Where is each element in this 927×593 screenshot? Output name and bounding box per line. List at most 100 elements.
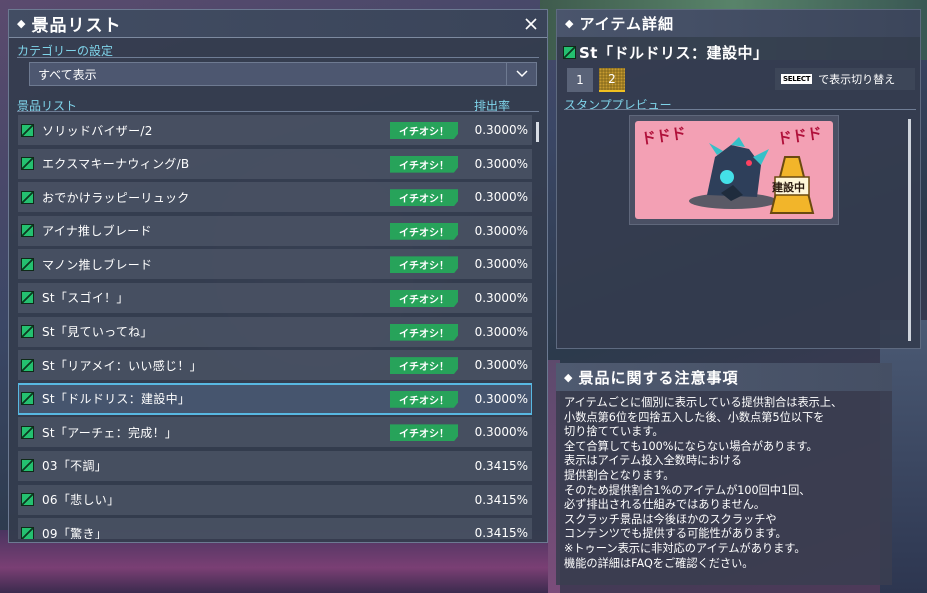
item-type-icon [21,291,34,305]
note-line: 提供割合となります。 [564,468,675,482]
item-detail-panel: ◆ アイテム詳細 St「ドルドリス：建設中」 1 2 SELECT で表示切り替… [556,9,921,349]
item-type-icon [21,224,34,238]
divider [564,109,916,110]
note-line: 全て合算しても100%にならない場合があります。 [564,439,818,453]
item-name: おでかけラッピーリュック [42,190,190,205]
prize-row[interactable]: マノン推しブレード イチオシ！ 0.3000% [18,249,532,280]
prize-row[interactable]: St「アーチェ：完成！」 イチオシ！ 0.3000% [18,417,532,448]
detail-header: ◆ アイテム詳細 [557,10,920,37]
item-name: St「ドルドリス：建設中」 [579,44,769,62]
stamp-sfx-right: ドドド [776,123,824,149]
prize-row[interactable]: St「ドルドリス：建設中」 イチオシ！ 0.3000% [18,382,532,415]
item-name: St「ドルドリス：建設中」 [42,392,191,407]
item-name: 09「驚き」 [42,526,108,539]
prize-row[interactable]: アイナ推しブレード イチオシ！ 0.3000% [18,215,532,246]
close-button[interactable] [521,14,541,34]
drop-rate: 0.3000% [474,358,528,373]
category-selected-value: すべて表示 [38,67,97,82]
item-name: St「アーチェ：完成！」 [42,425,178,440]
drop-rate: 0.3000% [474,156,528,171]
item-type-icon [21,425,34,439]
recommended-badge: イチオシ！ [390,155,458,173]
recommended-badge: イチオシ！ [390,222,458,240]
divider [17,57,539,58]
window-title: 景品リスト [31,16,122,36]
drop-rate: 0.3000% [474,123,528,137]
item-type-icon [21,392,34,406]
recommended-badge: イチオシ！ [390,189,458,207]
window-header: ◆ 景品リスト [9,10,547,38]
item-type-icon [21,123,34,137]
stamp-preview: ドドド ドドド 建設中 [629,115,839,225]
preview-scrollbar[interactable] [908,119,911,341]
prize-row[interactable]: St「スゴイ！」 イチオシ！ 0.3000% [18,282,532,313]
recommended-badge: イチオシ！ [390,390,458,408]
prize-row[interactable]: 09「驚き」 0.3415% [18,518,532,539]
drop-rate: 0.3000% [474,391,528,406]
display-toggle-hint[interactable]: SELECT で表示切り替え [775,68,915,90]
page-tab-1[interactable]: 1 [567,68,593,92]
prize-row[interactable]: おでかけラッピーリュック イチオシ！ 0.3000% [18,182,532,213]
item-name: St「スゴイ！」 [42,291,129,306]
item-name: St「見ていってね」 [42,325,153,340]
item-type-icon [21,325,34,339]
close-icon [525,18,537,30]
dropdown-toggle[interactable] [506,63,536,85]
item-name: ソリッドバイザー/2 [42,123,153,138]
drop-rate: 0.3000% [474,324,528,339]
prize-row[interactable]: エクスマキーナウィング/B イチオシ！ 0.3000% [18,148,532,179]
note-line: 小数点第6位を四捨五入した後、小数点第5位以下を [564,410,825,424]
drop-rate: 0.3000% [474,257,528,272]
notes-header: ◆ 景品に関する注意事項 [556,363,892,391]
stamp-image: ドドド ドドド 建設中 [635,121,833,219]
prize-row[interactable]: 03「不調」 0.3415% [18,450,532,481]
stamp-sign-text: 建設中 [772,181,805,194]
note-line: コンテンツでも提供する可能性があります。 [564,527,787,541]
item-name: St「リアメイ：いい感じ！」 [42,358,202,373]
recommended-badge: イチオシ！ [390,122,458,139]
diamond-icon: ◆ [17,17,26,30]
category-dropdown[interactable]: すべて表示 [29,62,537,86]
stamp-sfx-left: ドドド [640,123,688,149]
item-name: 06「悲しい」 [42,493,120,508]
prize-list-window: ◆ 景品リスト カテゴリーの設定 すべて表示 景品リスト 排出率 ソリッドバイザ… [8,9,548,543]
recommended-badge: イチオシ！ [390,323,458,341]
item-title-row: St「ドルドリス：建設中」 [563,42,768,63]
note-line: ※トゥーン表示に非対応のアイテムがあります。 [564,541,806,555]
drop-rate: 0.3415% [474,458,528,473]
divider [17,111,539,112]
item-type-icon [21,358,34,372]
item-type-icon [21,190,34,204]
note-line: 切り捨てています。 [564,425,664,439]
item-type-icon [21,157,34,171]
recommended-badge: イチオシ！ [390,256,458,274]
prize-row[interactable]: ソリッドバイザー/2 イチオシ！ 0.3000% [18,115,532,145]
prize-row[interactable]: St「見ていってね」 イチオシ！ 0.3000% [18,316,532,347]
item-name: 03「不調」 [42,459,108,474]
drop-rate: 0.3000% [474,223,528,238]
recommended-badge: イチオシ！ [390,424,458,442]
drop-rate: 0.3000% [474,290,528,305]
note-line: 表示はアイテム投入全数時における [564,454,742,468]
page-tab-2[interactable]: 2 [599,68,625,92]
drop-rate: 0.3415% [474,526,528,539]
notes-panel: ◆ 景品に関する注意事項 アイテムごとに個別に表示している提供割合は表示上、 小… [556,363,892,585]
toggle-hint-text: で表示切り替え [818,73,896,86]
prize-row[interactable]: St「リアメイ：いい感じ！」 イチオシ！ 0.3000% [18,350,532,381]
notes-title: 景品に関する注意事項 [578,368,739,387]
item-type-icon [21,526,34,539]
prize-row[interactable]: 06「悲しい」 0.3415% [18,484,532,515]
item-type-icon [21,257,34,271]
drop-rate: 0.3415% [474,492,528,507]
drop-rate: 0.3000% [474,425,528,440]
note-line: そのため提供割合1%のアイテムが100回中1回、 [564,483,811,497]
item-type-icon [21,459,34,473]
preview-label: スタンププレビュー [564,98,672,112]
chevron-down-icon [515,70,528,78]
prize-list: ソリッドバイザー/2 イチオシ！ 0.3000% エクスマキーナウィング/B イチオシ！… [18,115,532,539]
list-scrollbar[interactable] [536,122,539,142]
stamp-item-icon [563,46,576,59]
item-type-icon [21,493,34,507]
select-key-icon: SELECT [781,74,813,84]
diamond-icon: ◆ [565,17,574,30]
